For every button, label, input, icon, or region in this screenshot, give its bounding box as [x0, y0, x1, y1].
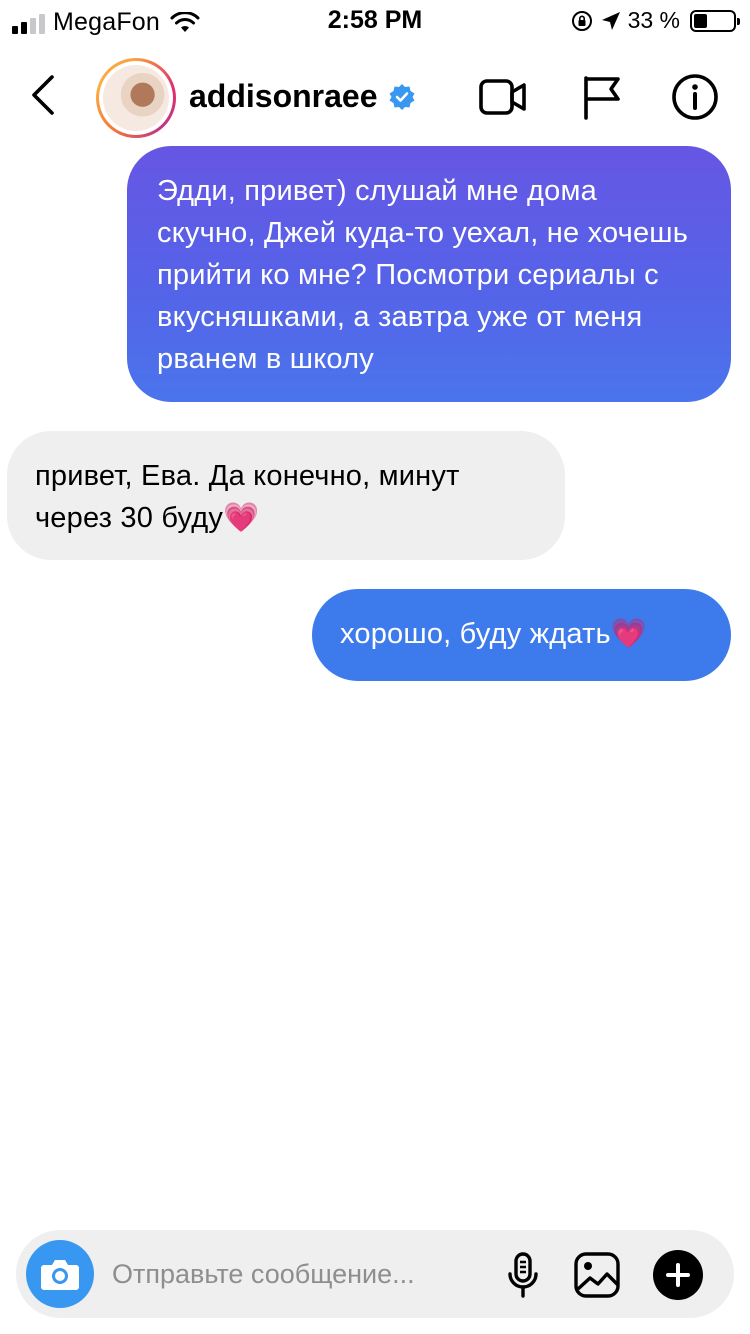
status-right: 33 % — [570, 7, 740, 34]
battery-icon — [690, 9, 740, 32]
flag-icon — [584, 76, 620, 120]
verified-badge-icon — [389, 83, 415, 110]
back-button[interactable] — [28, 70, 68, 120]
info-button[interactable] — [668, 70, 722, 124]
more-options-button[interactable] — [653, 1250, 703, 1300]
orientation-lock-icon — [571, 10, 592, 31]
message-bubble-outgoing[interactable]: Эдди, привет) слушай мне дома скучно, Дж… — [127, 146, 731, 402]
message-bubble-incoming[interactable]: привет, Ева. Да конечно, минут через 30 … — [7, 431, 565, 560]
message-text: Эдди, привет) слушай мне дома скучно, Дж… — [157, 175, 689, 375]
video-camera-icon — [479, 79, 526, 115]
microphone-icon — [508, 1252, 538, 1298]
message-input[interactable] — [112, 1254, 472, 1294]
camera-icon — [41, 1260, 79, 1290]
location-arrow-icon — [601, 11, 620, 30]
message-text: хорошо, буду ждать💗 — [340, 618, 648, 650]
avatar[interactable] — [96, 58, 176, 138]
username: addisonraee — [189, 78, 378, 114]
chat-header: addisonraee — [0, 48, 750, 144]
battery-level — [694, 13, 707, 28]
avatar-image — [103, 65, 169, 131]
voice-message-button[interactable] — [496, 1248, 550, 1302]
message-composer — [16, 1230, 734, 1318]
image-icon — [574, 1252, 620, 1298]
message-bubble-outgoing[interactable]: хорошо, буду ждать💗 — [312, 589, 731, 681]
message-text: привет, Ева. Да конечно, минут через 30 … — [35, 460, 460, 534]
battery-percent: 33 % — [627, 7, 680, 33]
plus-icon — [666, 1263, 690, 1287]
report-button[interactable] — [574, 70, 628, 124]
status-bar: MegaFon 2:58 PM 33 % — [0, 0, 750, 40]
video-call-button[interactable] — [476, 70, 530, 124]
info-icon — [672, 74, 718, 120]
username-header[interactable]: addisonraee — [189, 78, 416, 115]
camera-button[interactable] — [26, 1240, 94, 1308]
gallery-button[interactable] — [570, 1248, 624, 1302]
chevron-left-icon — [32, 75, 54, 115]
dm-screen: MegaFon 2:58 PM 33 % addisonraee Эдди, п… — [0, 0, 750, 1334]
